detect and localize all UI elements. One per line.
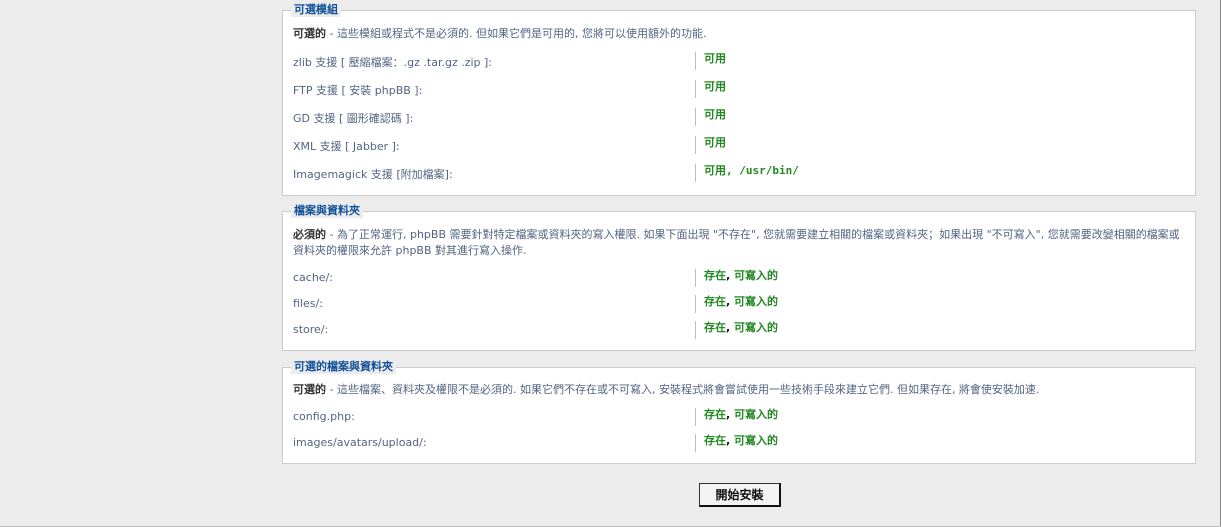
module-status: 可用 [704, 108, 726, 121]
imagemagick-path: , /usr/bin/ [726, 164, 799, 177]
file-status: 存在, 可寫入的 [704, 434, 779, 447]
dir-row-cache: cache/: 存在, 可寫入的 [293, 269, 1195, 287]
dir-status: 存在, 可寫入的 [704, 269, 779, 282]
file-status: 存在, 可寫入的 [704, 408, 779, 421]
module-row-gd: GD 支援 [ 圖形確認碼 ]: 可用 [293, 108, 1195, 126]
dir-label: store/: [293, 323, 329, 336]
file-label: images/avatars/upload/: [293, 436, 427, 449]
module-label: XML 支援 [ Jabber ]: [293, 140, 400, 153]
module-label: Imagemagick 支援 [附加檔案]: [293, 168, 453, 181]
dir-row-store: store/: 存在, 可寫入的 [293, 321, 1195, 339]
intro-text: - 為了正常運行, phpBB 需要針對特定檔案或資料夾的寫入權限. 如果下面出… [293, 228, 1180, 257]
optional-files-intro: 可選的 - 這些檔案、資料夾及權限不是必須的. 如果它們不存在或不可寫入, 安裝… [293, 382, 1187, 398]
dir-status: 存在, 可寫入的 [704, 321, 779, 334]
module-status: 可用, /usr/bin/ [704, 164, 799, 177]
column-divider [695, 136, 696, 154]
module-row-zlib: zlib 支援 [ 壓縮檔案：.gz .tar.gz .zip ]: 可用 [293, 52, 1195, 70]
module-row-xml: XML 支援 [ Jabber ]: 可用 [293, 136, 1195, 154]
optional-modules-fieldset: 可選模組 可選的 - 這些模組或程式不是必須的. 但如果它們是可用的, 您將可以… [282, 3, 1196, 196]
module-status: 可用 [704, 136, 726, 149]
optional-files-fieldset: 可選的檔案與資料夾 可選的 - 這些檔案、資料夾及權限不是必須的. 如果它們不存… [282, 360, 1196, 464]
module-status: 可用 [704, 52, 726, 65]
dir-label: files/: [293, 297, 323, 310]
module-label: FTP 支援 [ 安裝 phpBB ]: [293, 84, 423, 97]
module-label: GD 支援 [ 圖形確認碼 ]: [293, 112, 414, 125]
files-dirs-legend: 檔案與資料夾 [291, 204, 363, 218]
optional-modules-legend: 可選模組 [291, 3, 341, 17]
column-divider [695, 164, 696, 182]
column-divider [695, 108, 696, 126]
column-divider [695, 434, 696, 452]
optional-files-legend: 可選的檔案與資料夾 [291, 360, 396, 374]
module-row-imagemagick: Imagemagick 支援 [附加檔案]: 可用, /usr/bin/ [293, 164, 1195, 182]
column-divider [695, 269, 696, 287]
optional-modules-intro: 可選的 - 這些模組或程式不是必須的. 但如果它們是可用的, 您將可以使用額外的… [293, 26, 1187, 42]
column-divider [695, 52, 696, 70]
file-row-avatars-upload: images/avatars/upload/: 存在, 可寫入的 [293, 434, 1195, 452]
dir-status: 存在, 可寫入的 [704, 295, 779, 308]
column-divider [695, 80, 696, 98]
module-label: zlib 支援 [ 壓縮檔案：.gz .tar.gz .zip ]: [293, 56, 493, 69]
file-row-config: config.php: 存在, 可寫入的 [293, 408, 1195, 426]
intro-text: - 這些檔案、資料夾及權限不是必須的. 如果它們不存在或不可寫入, 安裝程式將會… [326, 383, 1040, 396]
dir-row-files: files/: 存在, 可寫入的 [293, 295, 1195, 313]
files-dirs-intro: 必須的 - 為了正常運行, phpBB 需要針對特定檔案或資料夾的寫入權限. 如… [293, 227, 1187, 259]
module-status: 可用 [704, 80, 726, 93]
dir-label: cache/: [293, 271, 333, 284]
module-row-ftp: FTP 支援 [ 安裝 phpBB ]: 可用 [293, 80, 1195, 98]
intro-strong: 可選的 [293, 27, 326, 40]
intro-text: - 這些模組或程式不是必須的. 但如果它們是可用的, 您將可以使用額外的功能. [326, 27, 707, 40]
file-label: config.php: [293, 410, 355, 423]
column-divider [695, 321, 696, 339]
column-divider [695, 408, 696, 426]
column-divider [695, 295, 696, 313]
intro-strong: 可選的 [293, 383, 326, 396]
intro-strong: 必須的 [293, 228, 326, 241]
files-dirs-fieldset: 檔案與資料夾 必須的 - 為了正常運行, phpBB 需要針對特定檔案或資料夾的… [282, 204, 1196, 351]
start-install-button[interactable]: 開始安裝 [699, 483, 781, 507]
